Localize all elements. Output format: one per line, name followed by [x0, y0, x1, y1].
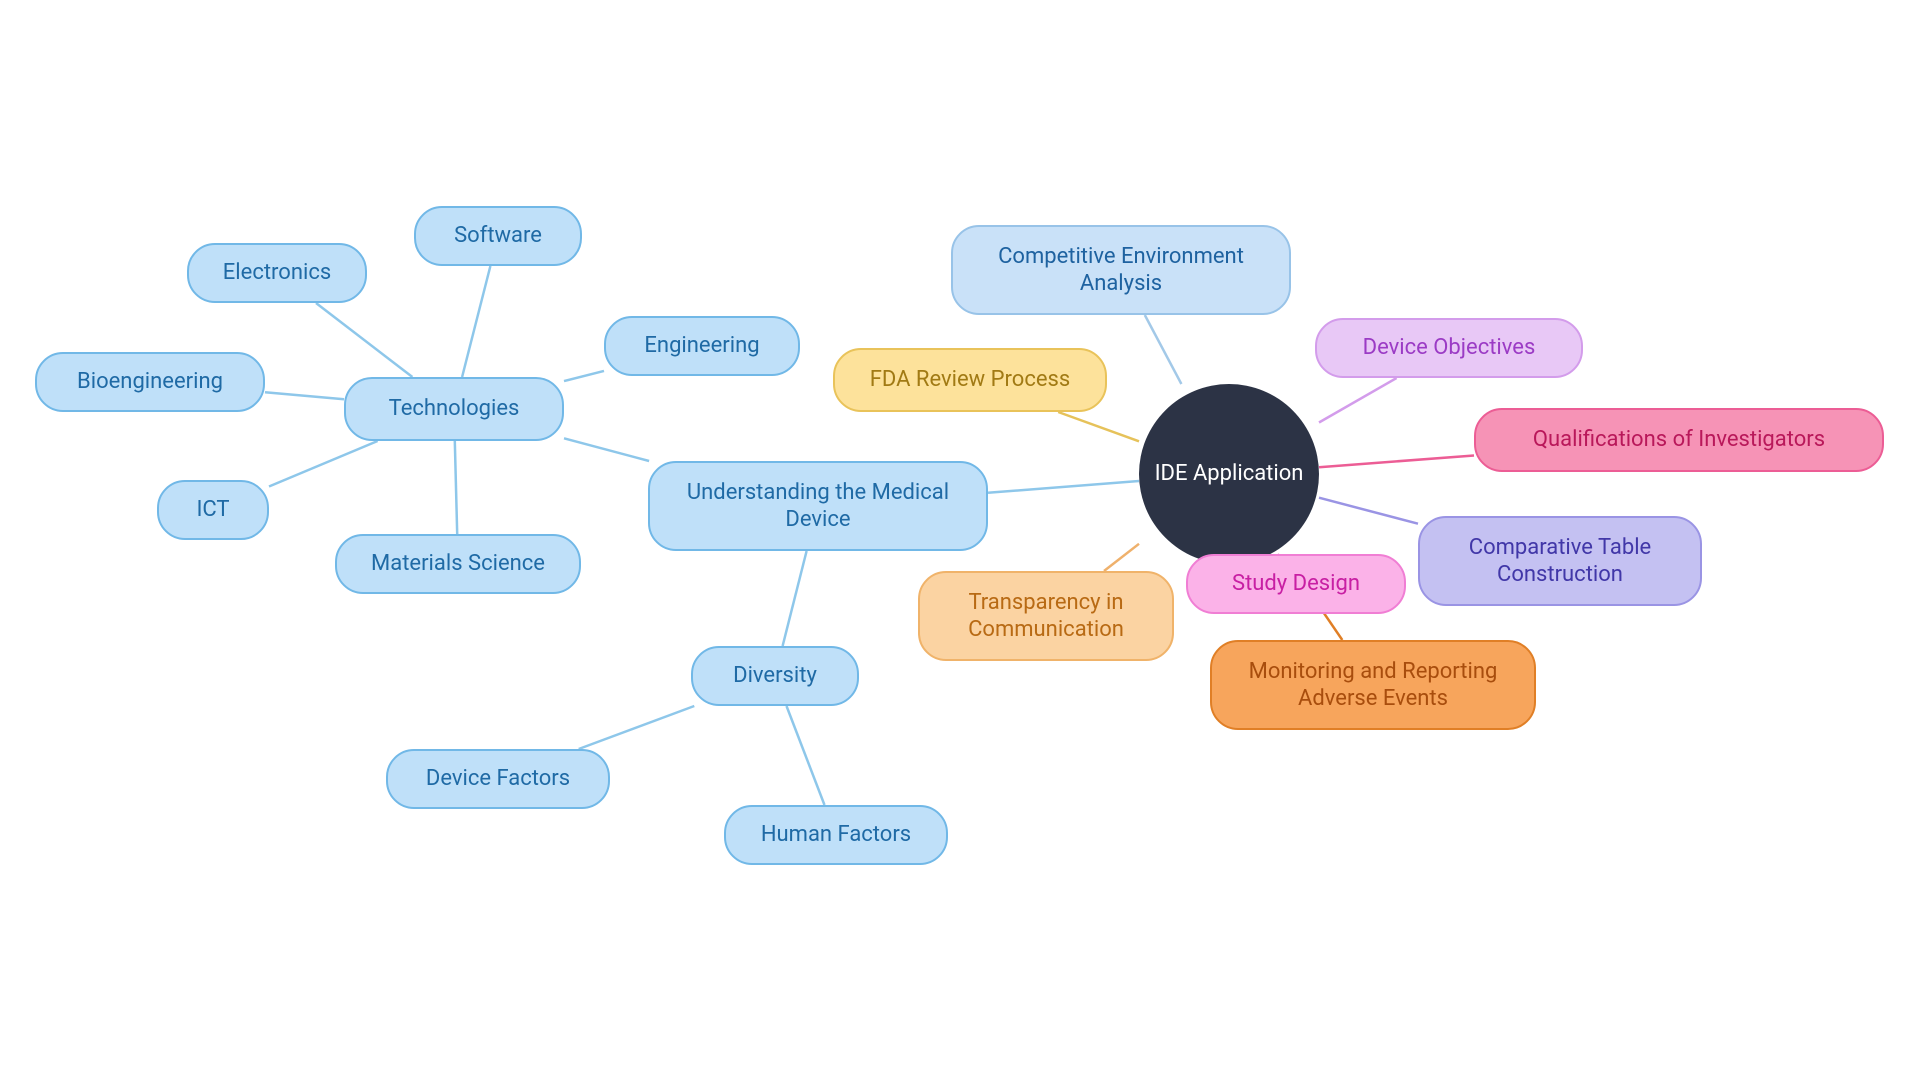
node-qualifications-investigators: Qualifications of Investigators	[1474, 408, 1884, 472]
node-label: Transparency in Communication	[968, 589, 1124, 644]
node-device-factors: Device Factors	[386, 749, 610, 809]
edge	[1319, 378, 1397, 423]
edge	[265, 392, 344, 399]
node-label: IDE Application	[1155, 460, 1304, 488]
node-label: Electronics	[223, 259, 331, 287]
node-label: Device Factors	[426, 765, 570, 793]
node-label: Qualifications of Investigators	[1533, 426, 1825, 454]
edge	[462, 266, 490, 377]
node-transparency-communication: Transparency in Communication	[918, 571, 1174, 661]
node-comparative-table: Comparative Table Construction	[1418, 516, 1702, 606]
edge	[787, 706, 825, 805]
edge	[1319, 498, 1418, 524]
node-device-objectives: Device Objectives	[1315, 318, 1583, 378]
node-understanding-medical-device: Understanding the Medical Device	[648, 461, 988, 551]
node-study-design: Study Design	[1186, 554, 1406, 614]
node-label: Technologies	[389, 395, 520, 423]
node-competitive-environment: Competitive Environment Analysis	[951, 225, 1291, 315]
edge	[455, 441, 457, 534]
edge	[1319, 456, 1474, 468]
edge	[564, 371, 604, 381]
node-human-factors: Human Factors	[724, 805, 948, 865]
edge	[564, 438, 649, 461]
edge	[316, 303, 412, 377]
edge	[1145, 315, 1182, 384]
node-label: Study Design	[1232, 570, 1360, 598]
node-label: Materials Science	[371, 550, 545, 578]
node-ide-application: IDE Application	[1139, 384, 1319, 564]
node-diversity: Diversity	[691, 646, 859, 706]
node-technologies: Technologies	[344, 377, 564, 441]
edge	[1104, 544, 1139, 571]
node-fda-review-process: FDA Review Process	[833, 348, 1107, 412]
node-software: Software	[414, 206, 582, 266]
node-label: Device Objectives	[1363, 334, 1536, 362]
node-ict: ICT	[157, 480, 269, 540]
node-label: Diversity	[733, 662, 817, 690]
mindmap-canvas: { "center": { "label": "IDE Application"…	[0, 0, 1920, 1080]
node-engineering: Engineering	[604, 316, 800, 376]
node-electronics: Electronics	[187, 243, 367, 303]
edge	[269, 441, 378, 487]
node-label: Understanding the Medical Device	[687, 479, 949, 534]
node-materials-science: Materials Science	[335, 534, 581, 594]
edge	[783, 551, 807, 646]
node-label: ICT	[196, 496, 229, 524]
node-label: FDA Review Process	[870, 366, 1070, 394]
node-bioengineering: Bioengineering	[35, 352, 265, 412]
node-monitoring-adverse-events: Monitoring and Reporting Adverse Events	[1210, 640, 1536, 730]
node-label: Bioengineering	[77, 368, 223, 396]
node-label: Human Factors	[761, 821, 911, 849]
node-label: Comparative Table Construction	[1469, 534, 1651, 589]
edge	[1058, 412, 1139, 441]
node-label: Monitoring and Reporting Adverse Events	[1249, 658, 1498, 713]
edge	[988, 481, 1139, 493]
edge	[579, 706, 695, 749]
node-label: Software	[454, 222, 542, 250]
node-label: Engineering	[644, 332, 759, 360]
node-label: Competitive Environment Analysis	[998, 243, 1244, 298]
